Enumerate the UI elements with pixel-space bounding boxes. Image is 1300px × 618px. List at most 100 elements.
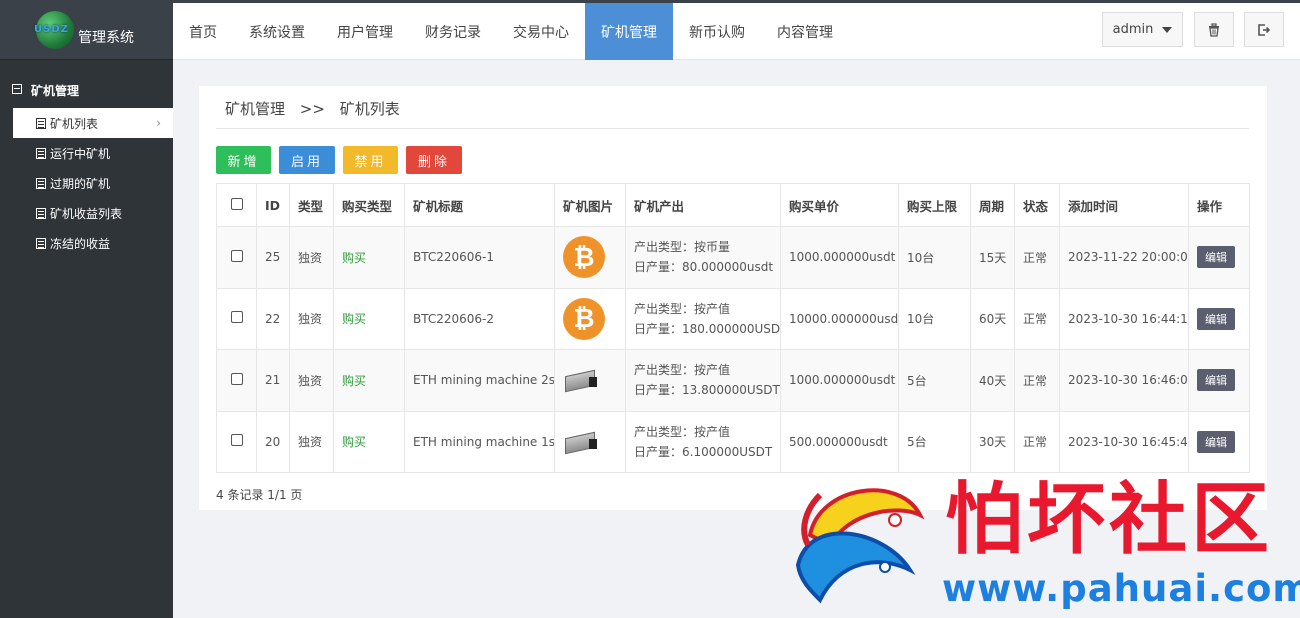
cell-added: 2023-10-30 16:45:40 — [1059, 410, 1189, 473]
row-checkbox[interactable] — [230, 372, 243, 385]
user-menu-button[interactable]: admin — [1102, 12, 1183, 47]
cell-type: 独资 — [289, 287, 334, 350]
globe-logo-icon: USDZ — [34, 10, 74, 49]
table-row: 22 独资 购买 BTC220606-2 ₿ 产出类型：按产值 日产量：180.… — [216, 287, 1250, 350]
fish-logo-icon — [795, 488, 925, 604]
cell-cycle: 30天 — [970, 410, 1015, 473]
edit-button[interactable]: 编辑 — [1197, 307, 1235, 330]
sidebar-item-label: 矿机收益列表 — [50, 206, 123, 221]
nav-finance-records[interactable]: 财务记录 — [409, 3, 497, 60]
row-checkbox[interactable] — [230, 311, 243, 324]
chevron-right-icon: › — [156, 116, 161, 130]
cell-image — [554, 410, 626, 473]
cell-limit: 10台 — [898, 287, 971, 350]
daily-output: 日产量：13.800000USDT — [634, 383, 780, 398]
breadcrumb-parent[interactable]: 矿机管理 — [225, 100, 285, 118]
edit-button[interactable]: 编辑 — [1197, 430, 1235, 453]
nav-system-settings[interactable]: 系统设置 — [233, 3, 321, 60]
breadcrumb: 矿机管理 >> 矿机列表 — [225, 98, 410, 119]
sidebar-item-miner-list[interactable]: 矿机列表 › — [13, 108, 173, 138]
collapse-icon — [12, 84, 22, 94]
cell-output: 产出类型：按币量 日产量：80.000000usdt — [625, 226, 781, 289]
cell-added: 2023-11-22 20:00:02 — [1059, 226, 1189, 289]
cell-type: 独资 — [289, 349, 334, 412]
user-name: admin — [1112, 22, 1154, 37]
output-type: 产出类型：按产值 — [634, 363, 731, 378]
row-select-cell — [216, 226, 257, 289]
list-icon — [36, 207, 46, 219]
breadcrumb-current: 矿机列表 — [339, 100, 400, 118]
cell-buy-type: 购买 — [333, 410, 405, 473]
nav-content-management[interactable]: 内容管理 — [761, 3, 849, 60]
cell-output: 产出类型：按产值 日产量：13.800000USDT — [625, 349, 781, 412]
table-row: 21 独资 购买 ETH mining machine 2st 产出类型：按产值… — [216, 349, 1250, 412]
cell-status: 正常 — [1014, 410, 1060, 473]
cell-type: 独资 — [289, 226, 334, 289]
column-header: 类型 — [289, 183, 334, 227]
cell-limit: 10台 — [898, 226, 971, 289]
logout-button[interactable] — [1244, 12, 1284, 47]
sidebar-item-miner-earnings[interactable]: 矿机收益列表 — [0, 198, 173, 228]
miner-icon — [563, 367, 599, 393]
nav-trading-center[interactable]: 交易中心 — [497, 3, 585, 60]
miner-icon — [563, 429, 599, 455]
nav-home[interactable]: 首页 — [173, 3, 233, 60]
column-header: 购买类型 — [333, 183, 405, 227]
nav-user-management[interactable]: 用户管理 — [321, 3, 409, 60]
cell-id: 20 — [256, 410, 290, 473]
table-row: 20 独资 购买 ETH mining machine 1st 产出类型：按产值… — [216, 410, 1250, 473]
nav-new-coin-subscription[interactable]: 新币认购 — [673, 3, 761, 60]
cell-status: 正常 — [1014, 287, 1060, 350]
cell-output: 产出类型：按产值 日产量：6.100000USDT — [625, 410, 781, 473]
cell-action: 编辑 — [1188, 287, 1250, 350]
trash-icon — [1209, 22, 1219, 37]
cell-image — [554, 349, 626, 412]
nav-miner-management[interactable]: 矿机管理 — [585, 3, 673, 60]
cell-id: 22 — [256, 287, 290, 350]
cell-added: 2023-10-30 16:46:07 — [1059, 349, 1189, 412]
enable-button[interactable]: 启用 — [279, 146, 335, 174]
bitcoin-icon: ₿ — [563, 236, 605, 279]
delete-button[interactable]: 删除 — [406, 146, 462, 174]
sidebar-item-running-miners[interactable]: 运行中矿机 — [0, 138, 173, 168]
table-row: 25 独资 购买 BTC220606-1 ₿ 产出类型：按币量 日产量：80.0… — [216, 226, 1250, 289]
row-checkbox[interactable] — [230, 249, 243, 262]
pagination-info: 4 条记录 1/1 页 — [216, 488, 303, 502]
column-header: 矿机标题 — [404, 183, 555, 227]
cell-title: ETH mining machine 1st — [404, 410, 555, 473]
sidebar-item-label: 冻结的收益 — [50, 236, 111, 251]
cell-cycle: 15天 — [970, 226, 1015, 289]
list-icon — [36, 237, 46, 249]
sidebar-item-expired-miners[interactable]: 过期的矿机 — [0, 168, 173, 198]
row-checkbox[interactable] — [230, 434, 243, 447]
cell-price: 1000.000000usdt — [780, 349, 899, 412]
cell-cycle: 40天 — [970, 349, 1015, 412]
top-nav: 首页 系统设置 用户管理 财务记录 交易中心 矿机管理 新币认购 内容管理 — [173, 3, 849, 60]
cell-image: ₿ — [554, 287, 626, 350]
watermark-url: www.pahuai.com — [942, 567, 1300, 610]
brand-title: 管理系统 — [78, 29, 134, 46]
sidebar-item-frozen-earnings[interactable]: 冻结的收益 — [0, 228, 173, 258]
cell-title: BTC220606-1 — [404, 226, 555, 289]
select-all-checkbox[interactable] — [230, 197, 243, 210]
cell-image: ₿ — [554, 226, 626, 289]
edit-button[interactable]: 编辑 — [1197, 246, 1235, 269]
watermark: 怕坏社区 www.pahuai.com — [790, 475, 1300, 618]
cell-price: 1000.000000usdt — [780, 226, 899, 289]
sidebar-group-miner[interactable]: 矿机管理 — [0, 60, 173, 108]
sidebar-item-label: 运行中矿机 — [50, 146, 111, 161]
column-header: 购买上限 — [898, 183, 971, 227]
daily-output: 日产量：6.100000USDT — [634, 444, 773, 459]
cell-status: 正常 — [1014, 349, 1060, 412]
disable-button[interactable]: 禁用 — [343, 146, 398, 174]
edit-button[interactable]: 编辑 — [1197, 369, 1235, 392]
cell-limit: 5台 — [898, 410, 971, 473]
cell-id: 25 — [256, 226, 290, 289]
brand-logo[interactable]: USDZ 管理系统 — [0, 0, 173, 60]
add-button[interactable]: 新增 — [216, 146, 271, 174]
cell-buy-type: 购买 — [333, 349, 405, 412]
cell-price: 500.000000usdt — [780, 410, 899, 473]
cell-buy-type: 购买 — [333, 226, 405, 289]
clear-cache-button[interactable] — [1194, 12, 1234, 47]
list-icon — [36, 147, 46, 159]
